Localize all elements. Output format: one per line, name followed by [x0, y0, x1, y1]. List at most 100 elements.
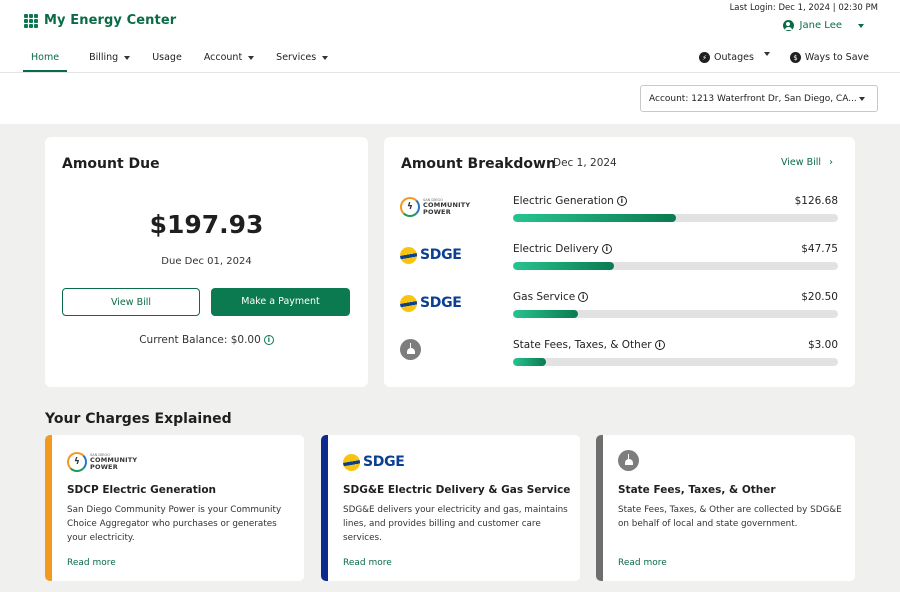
account-select-value: Account: 1213 Waterfront Dr, San Diego, … — [649, 94, 857, 104]
view-bill-button[interactable]: View Bill — [62, 288, 200, 316]
read-more-link[interactable]: Read more — [343, 558, 392, 568]
nav-label: Ways to Save — [804, 52, 869, 63]
info-icon[interactable]: i — [263, 335, 274, 345]
top-header: My Energy Center Last Login: Dec 1, 2024… — [0, 0, 900, 124]
logo-text: POWER — [423, 207, 451, 216]
nav-divider — [0, 72, 900, 73]
breakdown-amount: $47.75 — [801, 243, 838, 255]
charge-title: State Fees, Taxes, & Other — [618, 484, 776, 496]
breakdown-label: Electric Generation i — [513, 195, 627, 207]
due-date: Due Dec 01, 2024 — [161, 256, 252, 267]
make-payment-button[interactable]: Make a Payment — [211, 288, 350, 316]
lightning-icon: ϟ — [67, 452, 87, 472]
breakdown-view-bill-link[interactable]: View Bill › — [781, 157, 833, 168]
breakdown-label-text: State Fees, Taxes, & Other — [513, 339, 652, 351]
current-balance: Current Balance: $0.00 i — [45, 334, 368, 346]
sun-icon — [343, 453, 360, 471]
sun-icon — [400, 246, 417, 264]
info-icon[interactable]: i — [616, 196, 627, 206]
breakdown-row-state-fees: State Fees, Taxes, & Other i $3.00 — [384, 339, 855, 379]
sun-icon — [400, 294, 417, 312]
info-icon[interactable]: i — [654, 340, 665, 350]
breakdown-bar — [513, 310, 838, 318]
nav-label: Account — [203, 52, 243, 63]
nav-outages[interactable]: ⚡ Outages — [699, 46, 770, 72]
dollar-icon: $ — [789, 52, 801, 63]
nav-label: Usage — [152, 52, 182, 63]
last-login: Last Login: Dec 1, 2024 | 02:30 PM — [729, 3, 878, 13]
card-accent — [596, 435, 603, 581]
user-menu[interactable]: Jane Lee — [782, 20, 864, 31]
breakdown-label: Electric Delivery i — [513, 243, 612, 255]
lightning-icon: ⚡ — [699, 52, 711, 63]
breakdown-bar — [513, 214, 838, 222]
chevron-down-icon — [248, 55, 255, 60]
nav-label: Services — [276, 52, 317, 63]
breakdown-row-electric-delivery: SDGE Electric Delivery i $47.75 — [384, 243, 855, 283]
breakdown-bar-fill — [513, 214, 676, 222]
nav-ways-to-save[interactable]: $ Ways to Save — [789, 46, 869, 72]
charge-description: State Fees, Taxes, & Other are collected… — [618, 505, 842, 529]
grid-icon — [24, 13, 38, 28]
breakdown-row-electric-generation: ϟ SAN DIEGO COMMUNITY POWER Electric Gen… — [384, 195, 855, 235]
government-logo — [400, 339, 490, 363]
nav-right: ⚡ Outages $ Ways to Save — [679, 46, 869, 72]
sdge-logo: SDGE — [400, 243, 490, 267]
app-logo[interactable]: My Energy Center — [24, 13, 176, 28]
breakdown-label: Gas Service i — [513, 291, 589, 303]
breakdown-bar — [513, 358, 838, 366]
read-more-link[interactable]: Read more — [67, 558, 116, 568]
card-accent — [45, 435, 52, 581]
breakdown-bar-fill — [513, 310, 578, 318]
charge-card-sdge: SDGE SDG&E Electric Delivery & Gas Servi… — [321, 435, 580, 581]
breakdown-row-gas-service: SDGE Gas Service i $20.50 — [384, 291, 855, 331]
lightning-icon: ϟ — [400, 197, 420, 217]
nav-billing[interactable]: Billing — [89, 46, 131, 72]
breakdown-label-text: Electric Delivery — [513, 243, 599, 255]
nav-services[interactable]: Services — [276, 46, 329, 72]
user-icon — [782, 20, 794, 31]
amount-breakdown-card: Amount Breakdown Dec 1, 2024 View Bill › … — [384, 137, 855, 387]
amount-due-title: Amount Due — [62, 156, 160, 172]
user-name: Jane Lee — [799, 20, 842, 31]
account-select[interactable]: Account: 1213 Waterfront Dr, San Diego, … — [640, 85, 878, 112]
read-more-link[interactable]: Read more — [618, 558, 667, 568]
charge-title: SDCP Electric Generation — [67, 484, 217, 496]
nav-home[interactable]: Home — [22, 46, 68, 72]
current-balance-text: Current Balance: $0.00 — [139, 334, 261, 346]
logo-text: POWER — [90, 462, 118, 471]
breakdown-bar-fill — [513, 262, 614, 270]
logo-text: SDGE — [420, 295, 462, 311]
nav-label: Billing — [89, 52, 119, 63]
card-accent — [321, 435, 328, 581]
breakdown-label-text: Gas Service — [513, 291, 576, 303]
charge-description: San Diego Community Power is your Commun… — [67, 505, 282, 543]
chevron-down-icon — [322, 55, 329, 60]
nav-usage[interactable]: Usage — [152, 46, 182, 72]
info-icon[interactable]: i — [601, 244, 612, 254]
breakdown-label-text: Electric Generation — [513, 195, 614, 207]
sdge-logo: SDGE — [400, 291, 490, 315]
breakdown-date: Dec 1, 2024 — [553, 157, 617, 169]
logo-text: SDGE — [363, 454, 405, 470]
view-bill-label: View Bill — [781, 157, 821, 168]
main-nav: Home Billing Usage Account Services — [22, 46, 350, 72]
breakdown-title: Amount Breakdown — [401, 156, 556, 172]
breakdown-amount: $3.00 — [807, 339, 838, 351]
app-title: My Energy Center — [44, 13, 177, 28]
info-icon[interactable]: i — [578, 292, 589, 302]
chevron-down-icon — [124, 55, 131, 60]
nav-label: Outages — [714, 52, 754, 63]
amount-due-value: $197.93 — [149, 210, 264, 239]
chevron-down-icon — [763, 52, 770, 56]
charge-description: SDG&E delivers your electricity and gas,… — [343, 505, 568, 543]
sdge-logo: SDGE — [343, 450, 405, 474]
charges-section-title: Your Charges Explained — [45, 411, 232, 427]
nav-account[interactable]: Account — [203, 46, 255, 72]
government-logo — [618, 450, 639, 474]
breakdown-label: State Fees, Taxes, & Other i — [513, 339, 665, 351]
chevron-down-icon — [858, 23, 864, 28]
capitol-icon — [618, 450, 639, 471]
breakdown-amount: $20.50 — [801, 291, 838, 303]
community-power-logo: ϟ SAN DIEGO COMMUNITY POWER — [400, 195, 490, 219]
